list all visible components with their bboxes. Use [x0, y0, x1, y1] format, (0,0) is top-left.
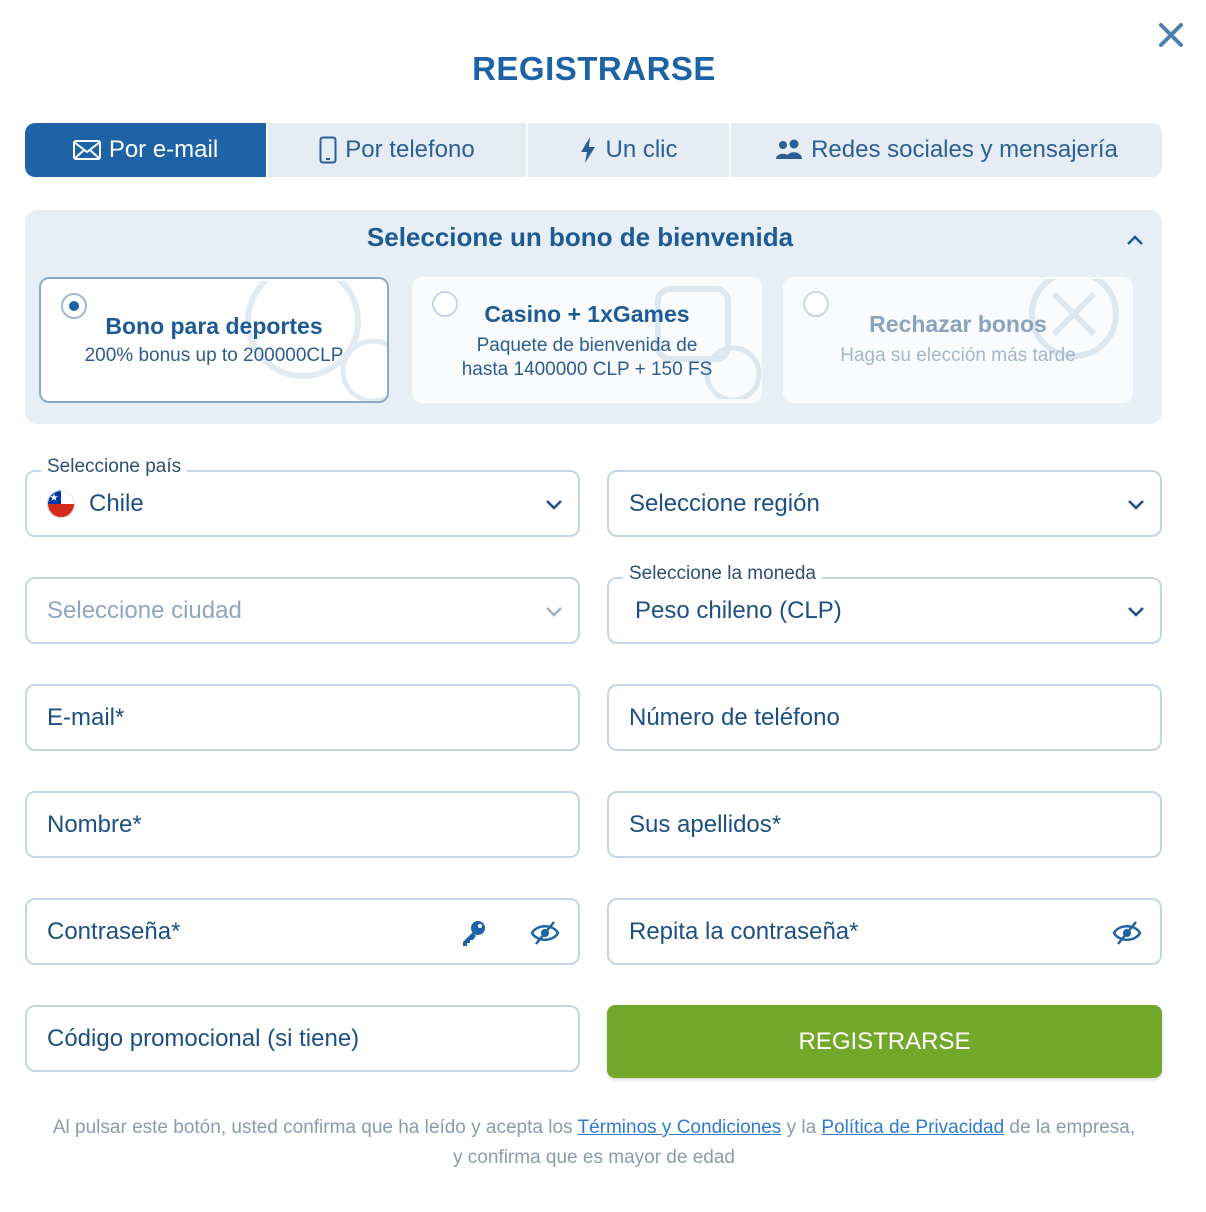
bonus-option-subtitle-line1: Paquete de bienvenida de	[476, 335, 698, 356]
envelope-icon	[72, 140, 101, 160]
phone-field[interactable]: Número de teléfono	[607, 684, 1162, 751]
eye-slash-icon[interactable]	[1112, 918, 1142, 948]
country-select-label: Seleccione país	[41, 456, 188, 478]
close-icon[interactable]	[1154, 18, 1188, 52]
tab-email[interactable]: Por e-mail	[25, 123, 268, 177]
users-icon	[776, 139, 803, 159]
promo-code-field[interactable]: Código promocional (si tiene)	[25, 1005, 580, 1072]
key-icon[interactable]	[459, 918, 489, 948]
tab-social-label: Redes sociales y mensajería	[811, 136, 1118, 163]
phone-placeholder: Número de teléfono	[629, 703, 840, 731]
lightning-icon	[581, 137, 596, 163]
tab-one-click-label: Un clic	[605, 136, 678, 163]
chevron-down-icon	[1128, 607, 1144, 617]
bonus-option-title: Bono para deportes	[105, 313, 323, 339]
register-button[interactable]: REGISTRARSE	[607, 1005, 1162, 1078]
repeat-password-field[interactable]: Repita la contraseña*	[607, 898, 1162, 965]
legal-text-part3: de la empresa,	[1009, 1117, 1136, 1138]
first-name-placeholder: Nombre*	[47, 810, 142, 838]
chile-flag-icon	[47, 489, 75, 518]
legal-notice: Al pulsar este botón, usted confirma que…	[15, 1113, 1173, 1173]
bonus-option-subtitle: 200% bonus up to 200000CLP	[84, 345, 344, 366]
bonus-option-subtitle: Haga su elección más tarde	[840, 345, 1076, 366]
chevron-up-icon[interactable]	[1125, 230, 1145, 250]
bonus-panel-title: Seleccione un bono de bienvenida	[366, 222, 794, 252]
country-select-value: Chile	[89, 489, 144, 517]
bonus-option-title: Rechazar bonos	[869, 311, 1047, 337]
mobile-phone-icon	[319, 136, 337, 164]
welcome-bonus-panel: Seleccione un bono de bienvenida Bono pa…	[25, 210, 1162, 424]
city-select-placeholder: Seleccione ciudad	[47, 596, 242, 624]
email-field[interactable]: E-mail*	[25, 684, 580, 751]
email-placeholder: E-mail*	[47, 703, 125, 731]
last-name-field[interactable]: Sus apellidos*	[607, 791, 1162, 858]
tab-phone[interactable]: Por telefono	[268, 123, 528, 177]
tab-email-label: Por e-mail	[108, 136, 219, 163]
last-name-placeholder: Sus apellidos*	[629, 810, 782, 838]
registration-method-tabs: Por e-mail Por telefono Un clic Redes so…	[25, 123, 1162, 177]
chevron-down-icon	[546, 500, 562, 510]
bonus-option-title: Casino + 1xGames	[484, 301, 690, 327]
currency-select-label: Seleccione la moneda	[623, 563, 822, 585]
city-select[interactable]: Seleccione ciudad	[25, 577, 580, 644]
tab-social[interactable]: Redes sociales y mensajería	[731, 123, 1162, 177]
eye-slash-icon[interactable]	[530, 918, 560, 948]
tab-phone-label: Por telefono	[345, 136, 475, 163]
bonus-option-subtitle-line2: hasta 1400000 CLP + 150 FS	[461, 359, 713, 380]
password-field[interactable]: Contraseña*	[25, 898, 580, 965]
chevron-down-icon	[546, 607, 562, 617]
tab-one-click[interactable]: Un clic	[528, 123, 731, 177]
currency-select[interactable]: Seleccione la moneda Peso chileno (CLP)	[607, 563, 1162, 644]
page-title: REGISTRARSE	[472, 50, 716, 87]
bonus-option-sports[interactable]: Bono para deportes 200% bonus up to 2000…	[39, 277, 389, 403]
region-select[interactable]: Seleccione región	[607, 470, 1162, 537]
promo-code-placeholder: Código promocional (si tiene)	[47, 1024, 360, 1052]
legal-text-line2: y confirma que es mayor de edad	[453, 1147, 735, 1168]
privacy-link[interactable]: Política de Privacidad	[821, 1117, 1004, 1138]
terms-link[interactable]: Términos y Condiciones	[577, 1117, 781, 1138]
legal-text-part1: Al pulsar este botón, usted confirma que…	[52, 1117, 573, 1138]
legal-text-part2: y la	[786, 1117, 817, 1138]
bonus-option-decline[interactable]: Rechazar bonos Haga su elección más tard…	[783, 277, 1133, 403]
region-select-placeholder: Seleccione región	[629, 489, 820, 517]
bonus-option-casino[interactable]: Casino + 1xGames Paquete de bienvenida d…	[412, 277, 762, 403]
password-placeholder: Contraseña*	[47, 917, 181, 945]
repeat-password-placeholder: Repita la contraseña*	[629, 917, 859, 945]
country-select[interactable]: Seleccione país Chile	[25, 456, 580, 537]
chevron-down-icon	[1128, 500, 1144, 510]
first-name-field[interactable]: Nombre*	[25, 791, 580, 858]
currency-select-value: Peso chileno (CLP)	[635, 596, 842, 624]
